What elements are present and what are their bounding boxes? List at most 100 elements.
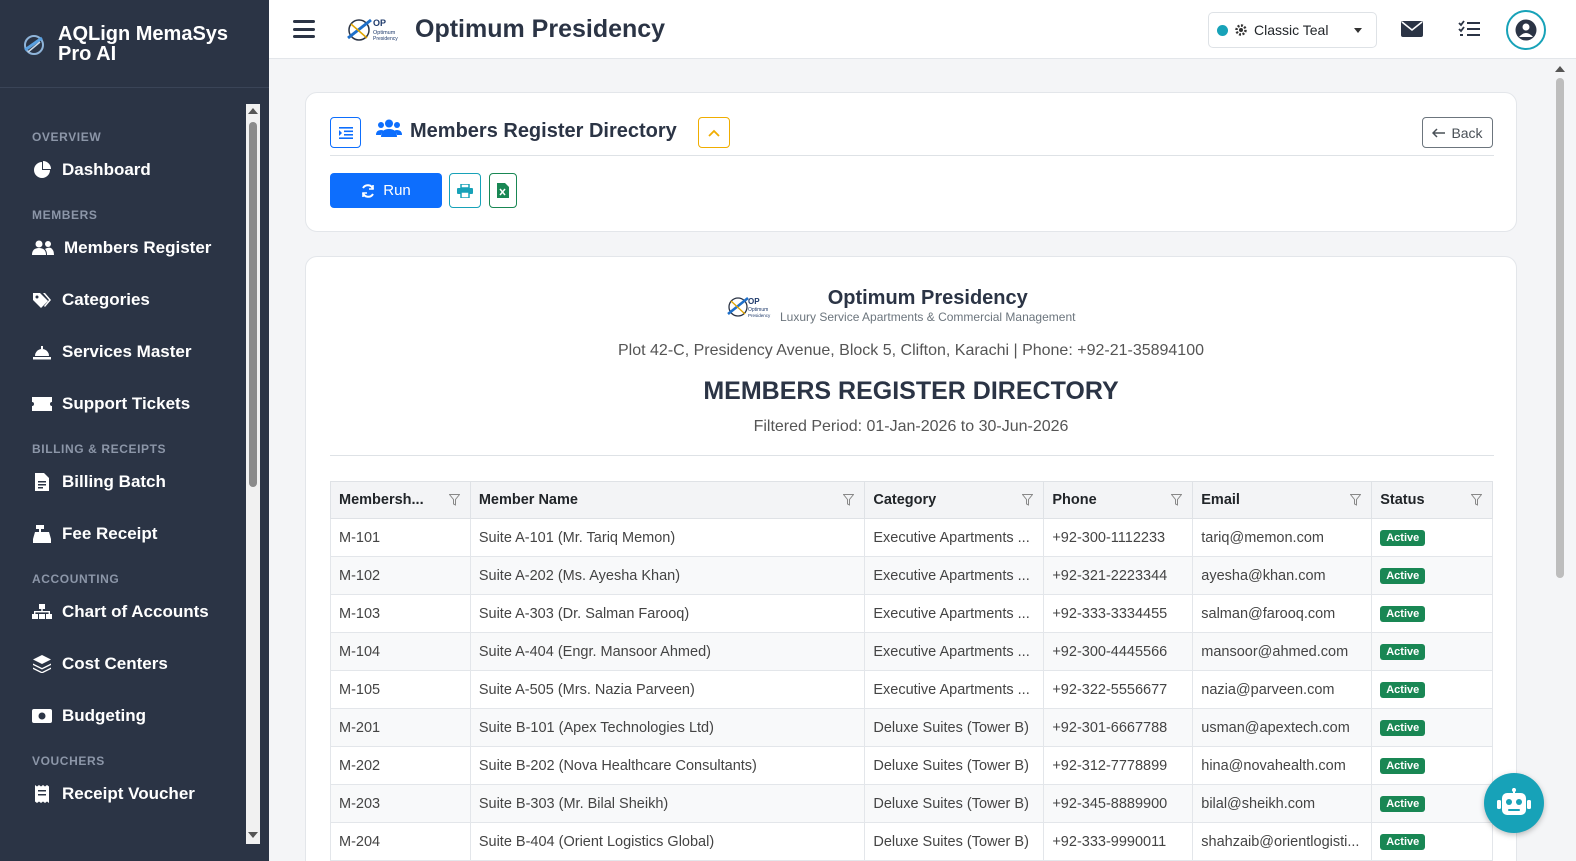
- sidebar-scroll-thumb[interactable]: [249, 122, 257, 487]
- column-header-email[interactable]: Email: [1192, 481, 1373, 519]
- users-icon: [32, 238, 54, 258]
- scroll-up-icon[interactable]: [248, 108, 258, 114]
- sidebar-item-label: Support Tickets: [62, 394, 191, 413]
- cell-phone: +92-301-6667788: [1043, 708, 1194, 747]
- report-title: MEMBERS REGISTER DIRECTORY: [703, 377, 1119, 405]
- table-row[interactable]: M-204 Suite B-404 (Orient Logistics Glob…: [330, 822, 1493, 861]
- sitemap-icon: [32, 602, 52, 622]
- sidebar-scrollbar[interactable]: [246, 104, 260, 844]
- filter-icon[interactable]: [1022, 494, 1034, 506]
- page-scroll-thumb[interactable]: [1556, 78, 1564, 578]
- column-header-label: Member Name: [478, 492, 578, 508]
- sidebar-item-members-register[interactable]: Members Register: [0, 222, 246, 274]
- column-header-membership[interactable]: Membersh...: [330, 481, 471, 519]
- nav-section-billing: BILLING & RECEIPTS: [32, 442, 167, 456]
- print-button[interactable]: [449, 173, 481, 208]
- sidebar-item-budgeting[interactable]: Budgeting: [0, 690, 246, 742]
- sidebar-item-cost-centers[interactable]: Cost Centers: [0, 638, 246, 690]
- envelope-icon[interactable]: [1399, 16, 1425, 42]
- sidebar-item-label: Members Register: [64, 238, 212, 257]
- indent-toggle-button[interactable]: [330, 117, 361, 148]
- column-header-label: Status: [1380, 492, 1425, 508]
- theme-select[interactable]: Classic Teal: [1208, 12, 1377, 48]
- tags-icon: [32, 290, 52, 310]
- sidebar-item-billing-batch[interactable]: Billing Batch: [0, 456, 246, 508]
- nav-section-vouchers: VOUCHERS: [32, 754, 105, 768]
- back-button-label: Back: [1451, 124, 1483, 141]
- cell-phone: +92-345-8889900: [1043, 784, 1194, 823]
- cell-phone: +92-321-2223344: [1043, 556, 1194, 595]
- column-header-member-name[interactable]: Member Name: [469, 481, 866, 519]
- page-scrollbar[interactable]: [1552, 60, 1568, 861]
- cell-status: Active: [1371, 632, 1493, 671]
- cell-email: shahzaib@orientlogisti...: [1192, 822, 1373, 861]
- cell-phone: +92-333-3334455: [1043, 594, 1194, 633]
- cell-membership: M-204: [330, 822, 471, 861]
- members-table: Membersh... Member Name Category Phone E…: [330, 481, 1493, 861]
- table-row[interactable]: M-104 Suite A-404 (Engr. Mansoor Ahmed) …: [330, 632, 1493, 671]
- sidebar-item-chart-of-accounts[interactable]: Chart of Accounts: [0, 586, 246, 638]
- collapse-button[interactable]: [698, 117, 730, 148]
- svg-text:Presidency: Presidency: [748, 313, 771, 318]
- sidebar-item-receipt-voucher[interactable]: Receipt Voucher: [0, 768, 246, 820]
- filter-icon[interactable]: [843, 494, 855, 506]
- cell-email: hina@novahealth.com: [1192, 746, 1373, 785]
- report-toolbar-card: Members Register Directory Back Run: [305, 92, 1517, 232]
- table-row[interactable]: M-103 Suite A-303 (Dr. Salman Farooq) Ex…: [330, 594, 1493, 633]
- theme-color-dot: [1217, 24, 1228, 36]
- sidebar-item-label: Services Master: [62, 342, 192, 361]
- sidebar-item-label: Dashboard: [62, 160, 151, 179]
- table-row[interactable]: M-203 Suite B-303 (Mr. Bilal Sheikh) Del…: [330, 784, 1493, 823]
- cell-membership: M-203: [330, 784, 471, 823]
- topbar: OP Optimum Presidency Optimum Presidency…: [269, 0, 1576, 59]
- sidebar-item-categories[interactable]: Categories: [0, 274, 246, 326]
- table-row[interactable]: M-201 Suite B-101 (Apex Technologies Ltd…: [330, 708, 1493, 747]
- column-header-status[interactable]: Status: [1371, 481, 1493, 519]
- table-row[interactable]: M-202 Suite B-202 (Nova Healthcare Consu…: [330, 746, 1493, 785]
- list-check-icon[interactable]: [1456, 16, 1482, 42]
- status-badge: Active: [1380, 758, 1426, 774]
- filter-icon[interactable]: [1350, 494, 1362, 506]
- filter-icon[interactable]: [448, 494, 460, 506]
- sidebar-item-services-master[interactable]: Services Master: [0, 326, 246, 378]
- brand[interactable]: AQLign MemaSys Pro AI: [0, 0, 269, 88]
- menu-toggle-icon[interactable]: [293, 20, 315, 38]
- status-badge: Active: [1380, 644, 1426, 660]
- cell-status: Active: [1371, 746, 1493, 785]
- cell-status: Active: [1371, 670, 1493, 709]
- report-address: Plot 42-C, Presidency Avenue, Block 5, C…: [618, 342, 1204, 359]
- page-scroll-up-icon[interactable]: [1555, 66, 1565, 72]
- export-excel-button[interactable]: [489, 173, 517, 208]
- scroll-down-icon[interactable]: [248, 832, 258, 838]
- sidebar-item-dashboard[interactable]: Dashboard: [0, 144, 246, 196]
- cell-email: mansoor@ahmed.com: [1192, 632, 1373, 671]
- panel-title: Members Register Directory: [376, 119, 677, 143]
- sidebar-item-label: Budgeting: [62, 706, 147, 725]
- divider: [330, 155, 1494, 156]
- table-row[interactable]: M-102 Suite A-202 (Ms. Ayesha Khan) Exec…: [330, 556, 1493, 595]
- sidebar-item-label: Billing Batch: [62, 472, 166, 491]
- back-button[interactable]: Back: [1422, 117, 1493, 148]
- sidebar-item-label: Chart of Accounts: [62, 602, 209, 621]
- cell-member-name: Suite B-101 (Apex Technologies Ltd): [469, 708, 866, 747]
- filter-icon[interactable]: [1471, 494, 1482, 506]
- column-header-category[interactable]: Category: [864, 481, 1045, 519]
- table-row[interactable]: M-101 Suite A-101 (Mr. Tariq Memon) Exec…: [330, 518, 1493, 557]
- sidebar-item-label: Fee Receipt: [62, 524, 158, 543]
- sidebar-item-label: Receipt Voucher: [62, 784, 195, 803]
- table-row[interactable]: M-105 Suite A-505 (Mrs. Nazia Parveen) E…: [330, 670, 1493, 709]
- cell-category: Deluxe Suites (Tower B): [864, 822, 1045, 861]
- sidebar-item-fee-receipt[interactable]: Fee Receipt: [0, 508, 246, 560]
- filter-icon[interactable]: [1171, 494, 1183, 506]
- cell-email: usman@apextech.com: [1192, 708, 1373, 747]
- column-header-label: Membersh...: [339, 492, 424, 508]
- sidebar-item-support-tickets[interactable]: Support Tickets: [0, 378, 246, 430]
- cell-member-name: Suite B-303 (Mr. Bilal Sheikh): [469, 784, 866, 823]
- layer-group-icon: [32, 654, 52, 674]
- column-header-phone[interactable]: Phone: [1043, 481, 1194, 519]
- user-avatar-icon[interactable]: [1506, 10, 1546, 50]
- cell-category: Executive Apartments ...: [864, 632, 1045, 671]
- status-badge: Active: [1380, 606, 1426, 622]
- run-button[interactable]: Run: [330, 173, 442, 208]
- chatbot-button[interactable]: [1484, 773, 1544, 833]
